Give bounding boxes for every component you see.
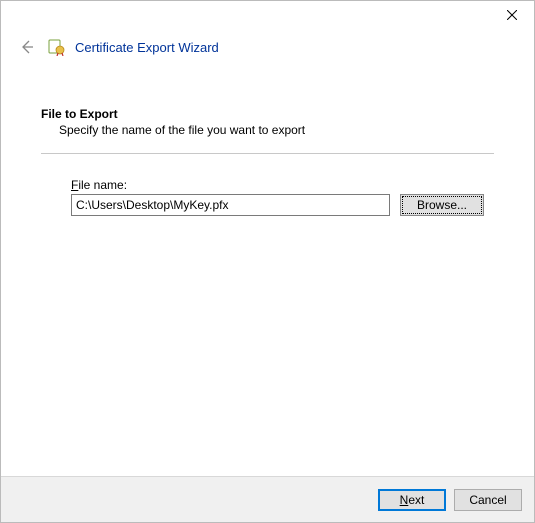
next-button[interactable]: Next bbox=[378, 489, 446, 511]
wizard-title: Certificate Export Wizard bbox=[75, 40, 219, 55]
cancel-button[interactable]: Cancel bbox=[454, 489, 522, 511]
back-button[interactable] bbox=[17, 37, 37, 57]
wizard-header: Certificate Export Wizard bbox=[1, 31, 534, 69]
titlebar bbox=[1, 1, 534, 31]
page-heading: File to Export bbox=[41, 107, 494, 121]
footer: Next Cancel bbox=[1, 476, 534, 522]
close-icon bbox=[507, 10, 517, 20]
back-arrow-icon bbox=[19, 39, 35, 55]
file-name-input[interactable] bbox=[71, 194, 390, 216]
file-name-label: File name: bbox=[71, 178, 484, 192]
separator bbox=[41, 153, 494, 154]
content-area: File to Export Specify the name of the f… bbox=[1, 69, 534, 216]
certificate-wizard-icon bbox=[47, 38, 65, 56]
close-button[interactable] bbox=[489, 1, 534, 29]
browse-button[interactable]: Browse... bbox=[400, 194, 484, 216]
file-name-field-group: File name: Browse... bbox=[41, 178, 494, 216]
page-subheading: Specify the name of the file you want to… bbox=[41, 123, 494, 137]
